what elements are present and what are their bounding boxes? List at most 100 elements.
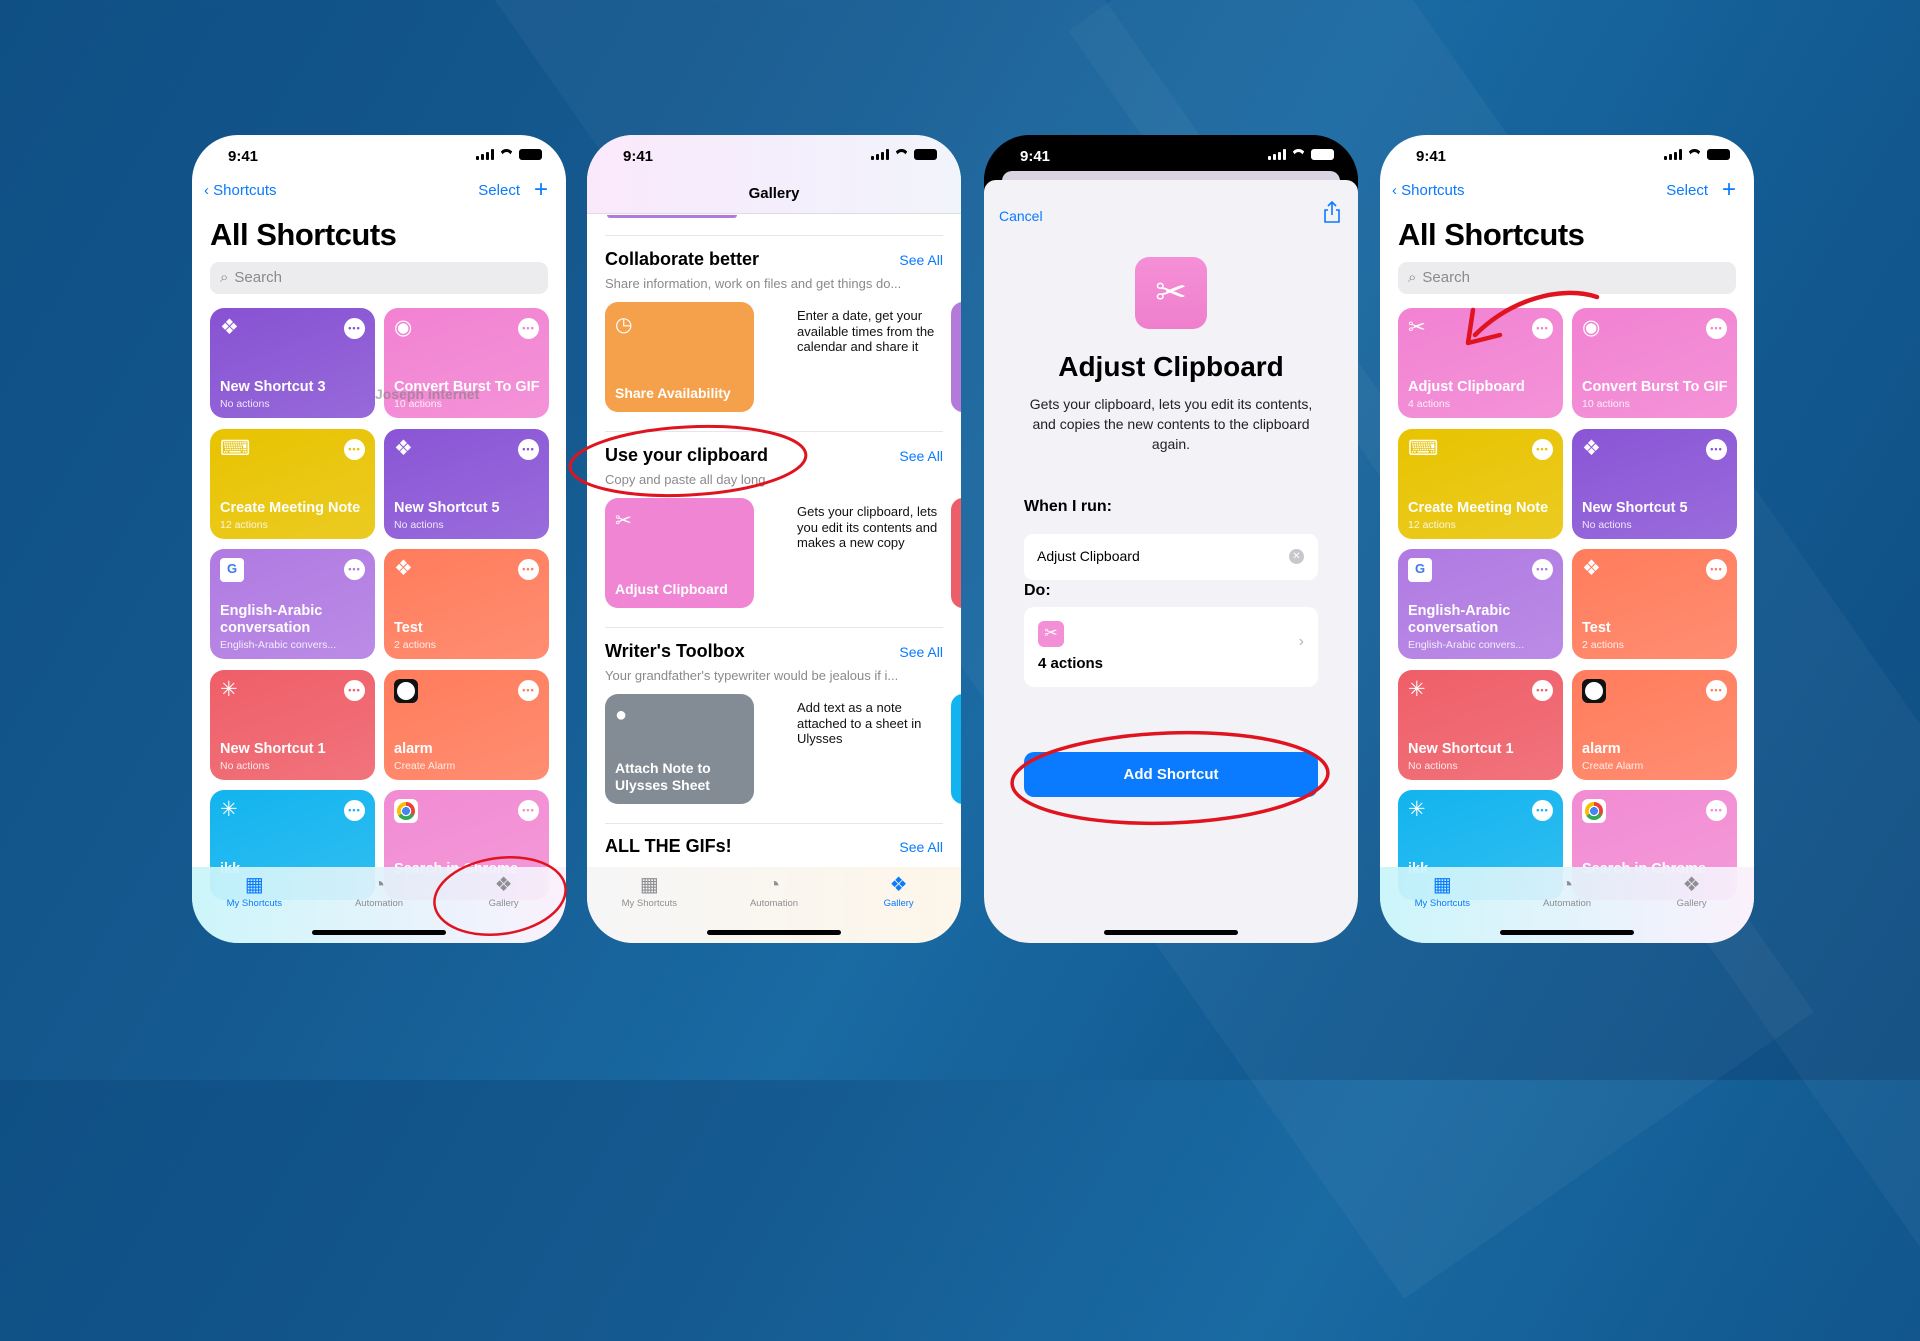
shortcut-description: Gets your clipboard, lets you edit its c…	[1029, 396, 1313, 452]
more-options-button[interactable]: •••	[518, 438, 539, 460]
gallery-card[interactable]: ✂ Adjust Clipboard	[605, 498, 754, 608]
search-input[interactable]: ⌕ Search	[1398, 262, 1736, 294]
more-options-button[interactable]: •••	[344, 559, 365, 580]
tab-gallery[interactable]: ❖ Gallery	[454, 875, 554, 943]
target-icon: ◉	[394, 316, 413, 339]
gallery-card[interactable]: ◷ Share Availability	[605, 302, 754, 412]
shortcut-subtitle: No actions	[1582, 518, 1632, 531]
share-icon[interactable]	[1322, 200, 1342, 224]
clock-icon	[1582, 678, 1606, 703]
shortcut-name-field[interactable]: Adjust Clipboard ✕	[1024, 534, 1318, 580]
home-indicator	[1500, 930, 1634, 935]
layers-icon: ❖	[1682, 874, 1701, 896]
more-options-button[interactable]: •••	[344, 800, 365, 821]
shortcut-subtitle: Create Alarm	[1582, 759, 1644, 772]
more-options-button[interactable]: •••	[1532, 438, 1553, 460]
search-input[interactable]: ⌕ Search	[210, 262, 548, 294]
more-options-button[interactable]: •••	[344, 318, 365, 339]
back-label: Shortcuts	[213, 182, 277, 199]
see-all-link[interactable]: See All	[899, 448, 943, 464]
more-options-button[interactable]: •••	[1532, 679, 1553, 701]
more-options-button[interactable]: •••	[1532, 800, 1553, 821]
back-button[interactable]: ‹ Shortcuts	[204, 182, 277, 199]
more-options-button[interactable]: •••	[1706, 438, 1727, 460]
tab-label: Automation	[354, 898, 404, 909]
more-options-button[interactable]: •••	[518, 559, 539, 580]
see-all-link[interactable]: See All	[899, 644, 943, 660]
do-label: Do:	[1024, 582, 1051, 599]
shortcut-tile[interactable]: ✂ ••• Adjust Clipboard 4 actions	[1398, 308, 1563, 418]
shortcut-tile[interactable]: ••• alarm Create Alarm	[384, 669, 549, 780]
tab-gallery[interactable]: ❖ Gallery	[1642, 875, 1742, 943]
shortcut-tile[interactable]: ◉ ••• Convert Burst To GIF 10 actions	[1572, 308, 1737, 418]
keyboard-icon: ⌨	[1408, 436, 1439, 460]
more-options-button[interactable]: •••	[344, 438, 365, 460]
tab-gallery[interactable]: ❖ Gallery	[849, 875, 949, 943]
grid-icon: ▦	[1432, 874, 1452, 896]
more-options-button[interactable]: •••	[1706, 679, 1727, 701]
shortcut-subtitle: 12 actions	[1408, 518, 1456, 531]
shortcut-name: New Shortcut 1	[220, 740, 326, 757]
shortcut-tile[interactable]: ••• alarm Create Alarm	[1572, 669, 1737, 780]
shortcut-tile[interactable]: G ••• English-Arabic conversation English-A…	[1398, 549, 1563, 659]
more-options-button[interactable]: •••	[344, 679, 365, 701]
more-options-button[interactable]: •••	[1532, 559, 1553, 580]
grid-icon: ▦	[639, 874, 659, 896]
more-options-button[interactable]: •••	[518, 318, 539, 339]
more-options-button[interactable]: •••	[1706, 800, 1727, 821]
sparkle-icon: ✳	[1408, 798, 1426, 821]
shortcut-tile[interactable]: ❖ ••• Test 2 actions	[384, 549, 549, 659]
select-button[interactable]: Select	[1666, 182, 1708, 199]
shortcut-tile[interactable]: ⌨ ••• Create Meeting Note 12 actions	[1398, 428, 1563, 539]
shortcut-tile[interactable]: ✳ ••• New Shortcut 1 No actions	[1398, 669, 1563, 780]
next-card-peek[interactable]	[951, 694, 961, 804]
shortcut-name: alarm	[394, 740, 433, 757]
see-all-link[interactable]: See All	[899, 252, 943, 268]
shortcut-tile[interactable]: ⌨ ••• Create Meeting Note 12 actions	[210, 428, 375, 539]
shortcut-tile[interactable]: ✳ ••• New Shortcut 1 No actions	[210, 669, 375, 780]
more-options-button[interactable]: •••	[518, 679, 539, 701]
more-options-button[interactable]: •••	[1706, 318, 1727, 339]
tab-label: My Shortcuts	[621, 898, 678, 909]
select-button[interactable]: Select	[478, 182, 520, 199]
cancel-button[interactable]: Cancel	[999, 208, 1043, 224]
shortcut-tile[interactable]: ❖ ••• Test 2 actions	[1572, 549, 1737, 659]
gallery-card[interactable]: ● Attach Note to Ulysses Sheet	[605, 694, 754, 804]
clear-icon[interactable]: ✕	[1289, 549, 1304, 564]
watermark: Joseph internet	[375, 386, 480, 402]
add-shortcut-plus-button[interactable]: +	[534, 176, 548, 204]
back-label: Shortcuts	[1401, 182, 1465, 199]
actions-count: 4 actions	[1038, 655, 1104, 672]
shortcut-tile[interactable]: ❖ ••• New Shortcut 3 No actions	[210, 308, 375, 418]
next-card-peek[interactable]	[951, 498, 961, 608]
tab-label: My Shortcuts	[1414, 898, 1471, 909]
more-options-button[interactable]: •••	[518, 800, 539, 821]
shortcut-tile[interactable]: G ••• English-Arabic conversation English-A…	[210, 549, 375, 659]
gallery-scroll[interactable]: Collaborate better See All Share informa…	[587, 215, 961, 943]
shortcut-tile[interactable]: ❖ ••• New Shortcut 5 No actions	[384, 428, 549, 539]
home-indicator	[1104, 930, 1238, 935]
shortcut-name: Create Meeting Note	[220, 499, 361, 516]
tab-my-shortcuts[interactable]: ▦ My Shortcuts	[599, 875, 699, 943]
tab-my-shortcuts[interactable]: ▦ My Shortcuts	[1392, 875, 1492, 943]
status-time: 9:41	[1020, 148, 1051, 165]
tab-my-shortcuts[interactable]: ▦ My Shortcuts	[204, 875, 304, 943]
translate-icon: G	[1408, 558, 1432, 582]
gallery-section-partial: ALL THE GIFs! See All	[605, 823, 943, 863]
add-shortcut-button[interactable]: Add Shortcut	[1024, 752, 1318, 797]
search-placeholder: Search	[1422, 269, 1470, 286]
wifi-icon	[1687, 149, 1702, 160]
next-card-peek[interactable]	[951, 302, 961, 412]
add-shortcut-plus-button[interactable]: +	[1722, 176, 1736, 204]
shortcut-tile[interactable]: ❖ ••• New Shortcut 5 No actions	[1572, 428, 1737, 539]
battery-icon	[519, 149, 542, 160]
more-options-button[interactable]: •••	[1706, 559, 1727, 580]
chevron-left-icon: ‹	[1392, 182, 1402, 199]
more-options-button[interactable]: •••	[1532, 318, 1553, 339]
gallery-section: Use your clipboard See All Copy and past…	[605, 431, 961, 627]
shortcut-name: New Shortcut 5	[1582, 499, 1688, 516]
shortcut-subtitle: No actions	[1408, 759, 1458, 772]
back-button[interactable]: ‹ Shortcuts	[1392, 182, 1465, 199]
see-all-link[interactable]: See All	[899, 839, 943, 855]
actions-row[interactable]: ✂ 4 actions ›	[1024, 607, 1318, 687]
